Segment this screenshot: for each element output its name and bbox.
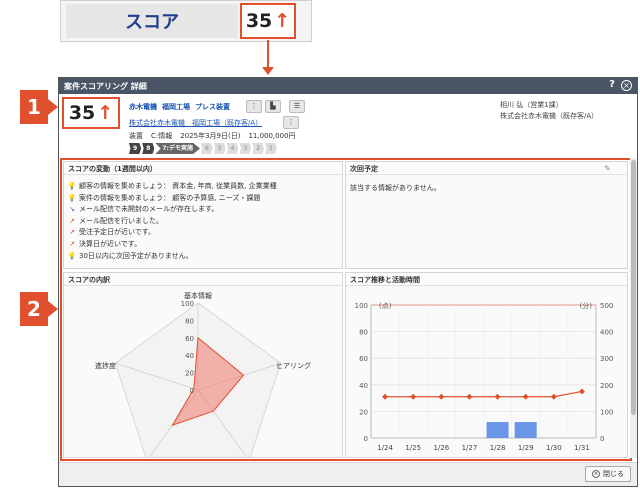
- stage-step: 6: [200, 143, 213, 154]
- stack-icon[interactable]: ☰: [289, 100, 305, 113]
- customer-links: 赤木電機 福岡工場 プレス装置: [129, 102, 235, 112]
- callout-badge-1: 1: [20, 90, 48, 124]
- window-footer: [59, 462, 637, 486]
- stage-step: 9: [129, 143, 142, 154]
- close-circle-icon: ×: [592, 470, 600, 478]
- stage-step: 5: [213, 143, 226, 154]
- stage-step: 3: [239, 143, 252, 154]
- deal-stage: C:情報: [151, 132, 173, 140]
- stage-step: 2: [252, 143, 265, 154]
- customer-detail-link[interactable]: 株式会社赤木電機 福岡工場（既存客/A）: [129, 118, 262, 128]
- scrollbar-thumb[interactable]: [631, 160, 636, 415]
- more-icon[interactable]: ⋮: [246, 100, 262, 113]
- arrow-up-icon: ↑: [274, 10, 291, 32]
- callout-badge-2: 2: [20, 292, 48, 326]
- callout-arrow-1: [48, 99, 58, 115]
- close-button[interactable]: × 閉じる: [585, 466, 631, 482]
- stage-step: 4: [226, 143, 239, 154]
- deal-type: 装置: [129, 132, 143, 140]
- factory-link[interactable]: 福岡工場: [162, 103, 190, 111]
- owner-name: 相川 弘（営業1課）: [500, 101, 563, 109]
- stage-step: 8: [142, 143, 155, 154]
- window-title: 案件スコアリング 詳細: [59, 78, 637, 94]
- deal-amount: 11,000,000円: [248, 132, 296, 140]
- more-icon[interactable]: ⋮: [283, 116, 299, 129]
- connector-arrow: [262, 67, 274, 75]
- highlight-outline: [60, 158, 632, 461]
- company-link[interactable]: 赤木電機: [129, 103, 157, 111]
- deal-info: 装置 C:情報 2025年3月9日(日) 11,000,000円: [129, 131, 304, 141]
- stage-step: 7:デモ実施: [155, 143, 200, 154]
- stage-progress: 9 8 7:デモ実施 6 5 4 3 2 1: [129, 143, 278, 154]
- arrow-up-icon: ↑: [97, 102, 114, 124]
- close-button-label: 閉じる: [603, 470, 624, 478]
- stage-step: 1: [265, 143, 277, 154]
- score-value: 35: [68, 102, 96, 124]
- score-box: 35 ↑: [62, 97, 120, 129]
- product-link[interactable]: プレス装置: [195, 103, 230, 111]
- connector-line: [267, 40, 269, 70]
- zoom-score-value: 35: [245, 10, 273, 32]
- callout-arrow-2: [48, 301, 58, 317]
- close-icon[interactable]: ×: [621, 80, 632, 91]
- report-icon[interactable]: ▙: [265, 100, 281, 113]
- zoom-score-box: 35 ↑: [240, 3, 296, 39]
- help-icon[interactable]: ?: [607, 79, 617, 93]
- zoom-score-label: スコア: [66, 4, 238, 38]
- deal-date: 2025年3月9日(日): [180, 132, 241, 140]
- owner-company: 株式会社赤木電機（既存客/A）: [500, 112, 599, 120]
